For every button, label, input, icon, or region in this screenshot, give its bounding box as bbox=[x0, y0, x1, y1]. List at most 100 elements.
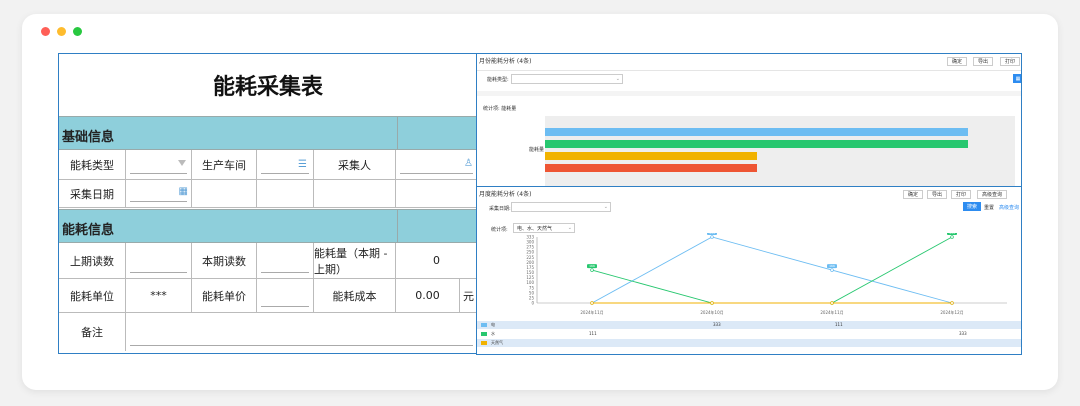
form-title: 能耗采集表 bbox=[212, 75, 323, 100]
monthly-trend-panel: 月度能耗分析 (4条) 确定 导出 打印 高级查询 采集日期: ⌄ 搜索 重置 … bbox=[476, 186, 1022, 355]
bottom-advanced-button[interactable]: 高级查询 bbox=[977, 190, 1007, 199]
y-tick-label: 0 bbox=[531, 301, 534, 306]
legend-gas-swatch bbox=[481, 341, 487, 345]
bottom-confirm-button[interactable]: 确定 bbox=[903, 190, 923, 199]
remark-input[interactable] bbox=[126, 313, 477, 351]
energy-type-select[interactable] bbox=[126, 150, 192, 179]
collect-date-input[interactable]: ▦ bbox=[126, 180, 192, 207]
legend-water-swatch bbox=[481, 332, 487, 336]
bottom-print-button[interactable]: 打印 bbox=[951, 190, 971, 199]
last-reading-label: 上期读数 bbox=[59, 243, 126, 278]
remark-label: 备注 bbox=[59, 313, 126, 351]
currency-label: 元 bbox=[463, 289, 474, 303]
stat-item-value: 电、水、天然气 bbox=[517, 226, 553, 232]
close-window-button[interactable] bbox=[41, 27, 50, 36]
unit-label: 能耗单位 bbox=[59, 279, 126, 312]
data-label: 166 bbox=[829, 264, 835, 268]
section-energy-info: 能耗信息 bbox=[59, 209, 477, 243]
date-filter-label: 采集日期: bbox=[489, 206, 511, 212]
x-tick-label: 2024年11月 bbox=[820, 309, 843, 315]
bar-water bbox=[545, 140, 968, 148]
legend-electric-swatch bbox=[481, 323, 487, 327]
form-row-remark: 备注 bbox=[59, 313, 477, 351]
data-label: 166 bbox=[589, 264, 595, 268]
cost-value: 0.00 bbox=[396, 279, 460, 312]
series-line-1 bbox=[591, 236, 953, 304]
user-icon: ♙ bbox=[464, 158, 473, 169]
section-basic-label: 基础信息 bbox=[62, 130, 115, 145]
last-reading-input[interactable] bbox=[126, 243, 192, 278]
line-chart: 3333002752502252001751501251007550250202… bbox=[526, 233, 1007, 315]
series-line-0 bbox=[591, 236, 953, 304]
search-button[interactable]: 搜索 bbox=[963, 202, 981, 211]
unit-price-label: 能耗单价 bbox=[192, 279, 257, 312]
form-row-readings: 上期读数 本期读数 能耗量（本期 - 上期） 0 bbox=[59, 243, 477, 279]
legend-water: 水 bbox=[491, 331, 495, 336]
form-row-type: 能耗类型 生产车间 ☰ 采集人 ♙ bbox=[59, 150, 477, 180]
data-point bbox=[830, 268, 834, 272]
form-row-unit: 能耗单位 *** 能耗单价 能耗成本 0.00 元 bbox=[59, 279, 477, 313]
data-point bbox=[710, 301, 714, 305]
advanced-query-link[interactable]: 高级查询 bbox=[999, 204, 1019, 211]
data-label: 333 bbox=[709, 233, 715, 235]
list-icon: ☰ bbox=[298, 159, 307, 170]
current-reading-label: 本期读数 bbox=[192, 243, 257, 278]
unit-value: *** bbox=[126, 279, 192, 312]
x-tick-label: 2024年11月 bbox=[580, 309, 603, 315]
data-label: 333 bbox=[949, 233, 955, 235]
chevron-down-icon: ⌄ bbox=[615, 76, 620, 82]
bar-gas bbox=[545, 152, 757, 160]
bottom-export-button[interactable]: 导出 bbox=[927, 190, 947, 199]
consumption-label: 能耗量（本期 - 上期） bbox=[314, 243, 396, 278]
bar-plot-area bbox=[545, 116, 1015, 186]
unit-price-input[interactable] bbox=[257, 279, 314, 312]
bar-electric bbox=[545, 128, 968, 136]
workshop-input[interactable]: ☰ bbox=[257, 150, 314, 179]
consumption-value: 0 bbox=[433, 254, 440, 267]
bottom-panel-title: 月度能耗分析 (4条) bbox=[479, 191, 532, 198]
x-tick-label: 2024年10月 bbox=[700, 309, 723, 315]
energy-type-label: 能耗类型 bbox=[59, 150, 126, 179]
data-point bbox=[590, 301, 594, 305]
chevron-down-icon: ⌄ bbox=[603, 204, 608, 210]
data-point bbox=[590, 268, 594, 272]
top-grid-button[interactable]: ▦ bbox=[1013, 74, 1021, 83]
energy-type-filter-label: 能耗类型: bbox=[487, 77, 509, 83]
date-filter-select[interactable]: ⌄ bbox=[511, 202, 611, 212]
top-export-button[interactable]: 导出 bbox=[973, 57, 993, 66]
data-point bbox=[830, 301, 834, 305]
data-point bbox=[950, 301, 954, 305]
legend-gas: 天然气 bbox=[491, 340, 503, 345]
form-row-date: 采集日期 ▦ bbox=[59, 180, 477, 208]
reset-button[interactable]: 重置 bbox=[984, 204, 994, 211]
top-print-button[interactable]: 打印 bbox=[1000, 57, 1020, 66]
bar-other bbox=[545, 164, 757, 172]
section-basic-info: 基础信息 bbox=[59, 116, 477, 150]
current-reading-input[interactable] bbox=[257, 243, 314, 278]
top-stat-label: 统计项: 能耗量 bbox=[483, 106, 517, 112]
stat-item-select[interactable]: 电、水、天然气 ⌄ bbox=[513, 223, 575, 233]
energy-collection-form: 能耗采集表 基础信息 能耗类型 生产车间 ☰ 采集人 ♙ 采集日期 ▦ 能耗信息… bbox=[58, 53, 478, 354]
data-point bbox=[950, 235, 954, 239]
table-row-gas: 天然气 bbox=[477, 339, 1021, 347]
minimize-window-button[interactable] bbox=[57, 27, 66, 36]
collector-input[interactable]: ♙ bbox=[396, 150, 477, 179]
section-energy-label: 能耗信息 bbox=[62, 223, 115, 238]
table-row-water: 水 111 333 bbox=[477, 330, 1021, 338]
chevron-down-icon bbox=[178, 160, 186, 166]
legend-electric: 电 bbox=[491, 322, 495, 327]
data-point bbox=[710, 235, 714, 239]
collector-label: 采集人 bbox=[314, 150, 396, 179]
maximize-window-button[interactable] bbox=[73, 27, 82, 36]
workshop-label: 生产车间 bbox=[192, 150, 257, 179]
bar-axis-label: 能耗量 bbox=[529, 147, 545, 153]
calendar-icon: ▦ bbox=[178, 186, 188, 197]
cost-label: 能耗成本 bbox=[314, 279, 396, 312]
x-tick-label: 2024年12月 bbox=[940, 309, 963, 315]
top-panel-title: 月份能耗分析 (4条) bbox=[479, 58, 532, 65]
top-confirm-button[interactable]: 确定 bbox=[947, 57, 967, 66]
table-row-electric: 电 333 111 bbox=[477, 321, 1021, 329]
monthly-energy-panel: 月份能耗分析 (4条) 确定 导出 打印 能耗类型: ⌄ ▦ 统计项: 能耗量 … bbox=[476, 53, 1022, 187]
chevron-down-icon: ⌄ bbox=[567, 225, 572, 231]
energy-type-filter-select[interactable]: ⌄ bbox=[511, 74, 623, 84]
